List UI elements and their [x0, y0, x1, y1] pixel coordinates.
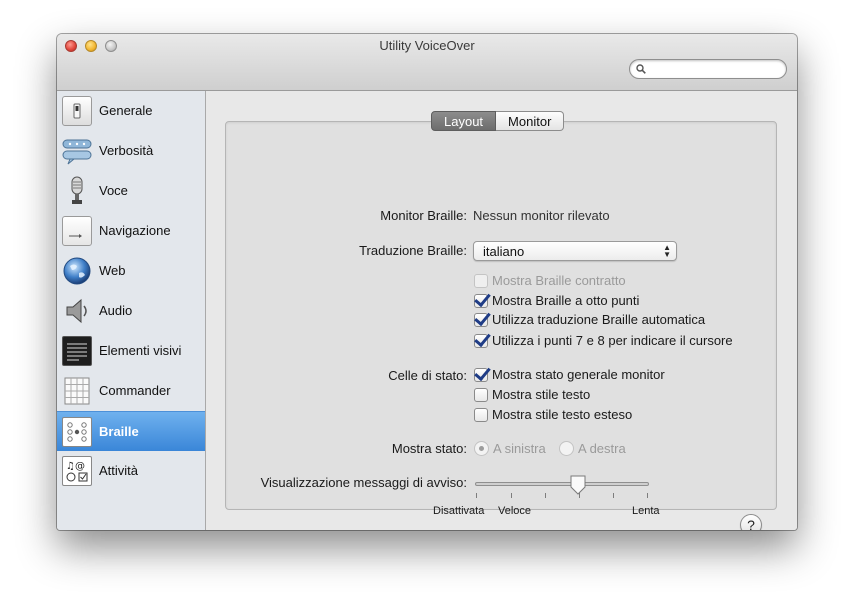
radio-a-destra-label: A destra: [578, 441, 626, 456]
checkbox-box[interactable]: [474, 294, 488, 308]
sidebar-item-label: Attività: [99, 463, 139, 478]
sidebar-item-label: Web: [99, 263, 126, 278]
tab-layout[interactable]: Layout: [431, 111, 497, 131]
traduzione-braille-value: italiano: [483, 244, 525, 259]
slider-tick: [511, 493, 512, 498]
checkbox-box[interactable]: [474, 368, 488, 382]
tab-monitor[interactable]: Monitor: [496, 111, 565, 131]
sidebar-item-label: Verbosità: [99, 143, 154, 158]
sidebar-item-web[interactable]: Web: [57, 251, 205, 291]
sidebar-item-verbosita[interactable]: Verbosità: [57, 131, 205, 171]
sidebar-item-label: Braille: [99, 424, 139, 439]
speech-bubbles-icon: [62, 136, 92, 166]
title-bar: Utility VoiceOver: [57, 34, 797, 91]
checkbox-box[interactable]: [474, 388, 488, 402]
screen-icon: [62, 336, 92, 366]
activities-icon: ♫@: [62, 456, 92, 486]
radio-a-sinistra-label: A sinistra: [493, 441, 546, 456]
voiceover-utility-window: Utility VoiceOver Generale Verbosità Voc…: [57, 34, 797, 530]
checkbox-label: Mostra Braille a otto punti: [492, 293, 640, 308]
sidebar-item-commander[interactable]: Commander: [57, 371, 205, 411]
sidebar-item-label: Commander: [99, 383, 171, 398]
checkbox-box[interactable]: [474, 313, 488, 327]
globe-icon: [62, 256, 92, 286]
switch-icon: [62, 96, 92, 126]
speaker-icon: [62, 296, 92, 326]
slider-tick: [476, 493, 477, 498]
checkbox-box[interactable]: [474, 408, 488, 422]
slider-tick: [647, 493, 648, 498]
tab-bar: Layout Monitor: [431, 111, 565, 131]
search-input[interactable]: [650, 61, 780, 77]
checkbox-label: Mostra stato generale monitor: [492, 367, 665, 382]
svg-text:♫@: ♫@: [66, 461, 85, 472]
sidebar-item-label: Elementi visivi: [99, 343, 182, 358]
celle-di-stato-label: Celle di stato:: [388, 368, 467, 383]
messaggi-avviso-slider-track[interactable]: [475, 482, 649, 486]
braille-icon: [62, 417, 92, 447]
mostra-stato-label: Mostra stato:: [391, 441, 467, 456]
chevron-updown-icon: ▲ ▼: [663, 243, 671, 259]
sidebar-item-attivita[interactable]: ♫@ Attività: [57, 451, 205, 491]
keypad-icon: [62, 376, 92, 406]
sidebar-item-braille[interactable]: Braille: [57, 411, 205, 451]
braille-preferences-pane: Layout Monitor Monitor Braille: Nessun m…: [206, 91, 797, 530]
sidebar-item-voce[interactable]: Voce: [57, 171, 205, 211]
microphone-icon: [62, 176, 92, 206]
help-button[interactable]: ?: [740, 514, 762, 530]
sidebar-item-generale[interactable]: Generale: [57, 91, 205, 131]
checkbox-label: Utilizza i punti 7 e 8 per indicare il c…: [492, 333, 733, 348]
slider-label-lenta: Lenta: [632, 505, 660, 517]
checkbox-label: Utilizza traduzione Braille automatica: [492, 312, 706, 327]
checkbox-box[interactable]: [474, 334, 488, 348]
messaggi-avviso-label: Visualizzazione messaggi di avviso:: [260, 475, 467, 490]
slider-label-veloce: Veloce: [498, 505, 532, 517]
slider-tick: [613, 493, 614, 498]
radio-a-sinistra[interactable]: [474, 441, 489, 456]
sidebar-item-label: Audio: [99, 303, 133, 318]
sidebar-item-elementi-visivi[interactable]: Elementi visivi: [57, 331, 205, 371]
slider-tick: [545, 493, 546, 498]
search-icon: [636, 64, 646, 74]
checkbox-box[interactable]: [474, 274, 488, 288]
sidebar-item-navigazione[interactable]: Navigazione: [57, 211, 205, 251]
monitor-braille-label: Monitor Braille:: [380, 208, 467, 223]
sidebar-item-label: Generale: [99, 103, 153, 118]
arrow-key-icon: [62, 216, 92, 246]
checkbox-label: Mostra Braille contratto: [492, 273, 626, 288]
traduzione-braille-popup[interactable]: italiano ▲ ▼: [473, 241, 677, 261]
category-sidebar: Generale Verbosità Voce Navigazione Web: [57, 91, 206, 530]
monitor-braille-value: Nessun monitor rilevato: [473, 208, 610, 223]
sidebar-item-label: Navigazione: [99, 223, 171, 238]
checkbox-label: Mostra stile testo: [492, 387, 591, 402]
slider-label-disattivata: Disattivata: [433, 505, 485, 517]
window-title: Utility VoiceOver: [379, 38, 475, 53]
radio-a-destra[interactable]: [559, 441, 574, 456]
traduzione-braille-label: Traduzione Braille:: [359, 243, 467, 258]
sidebar-item-label: Voce: [99, 183, 128, 198]
search-field[interactable]: [629, 59, 787, 79]
checkbox-label: Mostra stile testo esteso: [492, 407, 633, 422]
sidebar-item-audio[interactable]: Audio: [57, 291, 205, 331]
slider-thumb[interactable]: [570, 475, 586, 495]
